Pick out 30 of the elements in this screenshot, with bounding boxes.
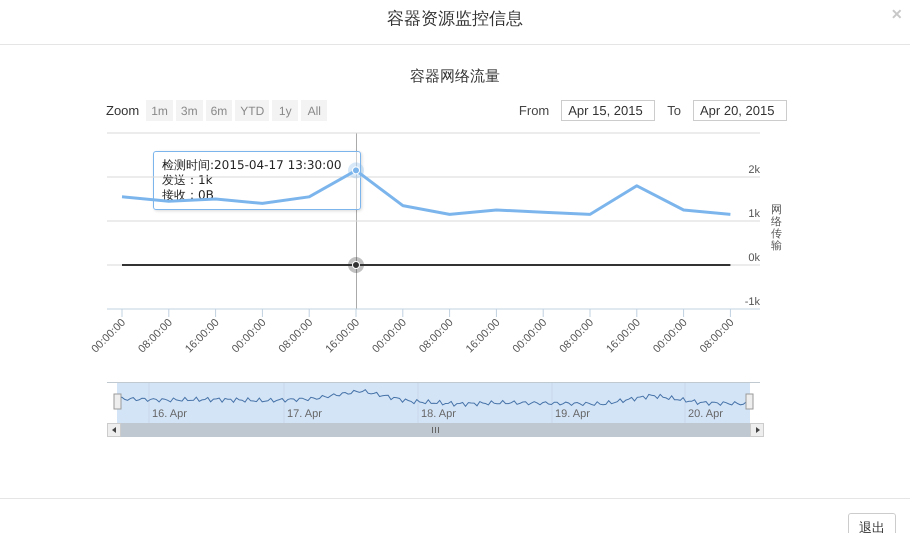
scroll-left-button[interactable] [107,423,121,437]
navigator-date-label: 19. Apr [555,408,590,420]
right-arrow-icon [754,427,760,433]
from-date-field[interactable]: Apr 15, 2015 [561,100,656,121]
tooltip-line: 检测时间:2015-04-17 13:30:00 [162,158,342,173]
grip-icon [432,427,439,433]
scroll-right-button[interactable] [750,423,764,437]
left-arrow-icon [112,427,116,433]
marker-dot [348,162,364,178]
navigator-date-label: 17. Apr [287,408,322,420]
scrollbar-thumb[interactable] [121,423,750,437]
zoom-label: Zoom [106,103,140,118]
navigator-date-label: 16. Apr [152,408,187,420]
exit-button[interactable]: 退出 [848,512,896,533]
to-date-field[interactable]: Apr 20, 2015 [693,100,787,121]
dialog-title: 容器资源监控信息 [387,8,523,30]
chart-title: 容器网络流量 [409,67,501,86]
y-tick-label: 0k [748,252,760,264]
y-axis-title: 网络传输 [771,204,782,252]
to-label: To [667,103,681,118]
navigator-date-label: 18. Apr [421,408,456,420]
left-handle[interactable] [114,394,122,410]
y-tick-label: 2k [748,164,760,176]
marker-dot [348,257,364,273]
y-tick-label: -1k [744,296,760,308]
from-label: From [518,103,550,118]
right-handle[interactable] [746,394,754,410]
navigator-date-label: 20. Apr [688,408,723,420]
y-tick-label: 1k [748,208,760,220]
close-button[interactable]: × [887,4,906,25]
